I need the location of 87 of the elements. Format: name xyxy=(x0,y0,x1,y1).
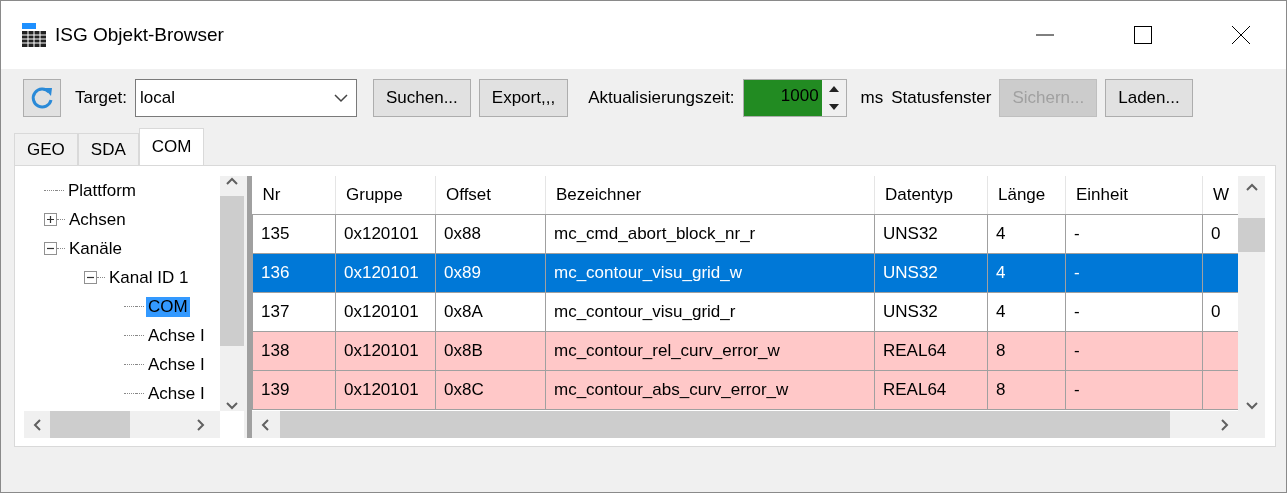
table-cell: - xyxy=(1065,331,1203,370)
spin-up-icon[interactable] xyxy=(828,86,839,92)
table-cell: 0x8B xyxy=(435,331,546,370)
table-cell: mc_contour_visu_grid_w xyxy=(545,253,875,292)
interval-spinner[interactable]: 1000 xyxy=(742,79,847,117)
table-cell: 8 xyxy=(987,370,1066,409)
table-cell: 135 xyxy=(252,214,336,253)
scrollbar-thumb[interactable] xyxy=(1238,218,1265,252)
spin-down-icon[interactable] xyxy=(828,104,839,110)
close-icon[interactable] xyxy=(1232,26,1250,44)
scroll-right-icon[interactable] xyxy=(196,417,206,432)
table-cell: UNS32 xyxy=(874,292,988,331)
table-cell: REAL64 xyxy=(874,331,988,370)
scroll-up-icon[interactable] xyxy=(1244,182,1259,192)
tree-item[interactable]: COM xyxy=(146,296,190,317)
expand-icon[interactable] xyxy=(44,213,57,226)
table-cell: - xyxy=(1065,292,1203,331)
table-cell: 0x120101 xyxy=(335,292,436,331)
tab[interactable]: GEO xyxy=(14,133,78,165)
table-cell: 4 xyxy=(987,292,1066,331)
table-cell: UNS32 xyxy=(874,214,988,253)
tab[interactable]: SDA xyxy=(77,133,139,165)
table-cell: - xyxy=(1065,253,1203,292)
table-cell: 136 xyxy=(252,253,336,292)
table-cell: mc_cmd_abort_block_nr_r xyxy=(545,214,875,253)
app-logo-icon xyxy=(21,22,47,48)
scroll-right-icon[interactable] xyxy=(1220,417,1230,432)
interval-label: Aktualisierungszeit: xyxy=(588,88,735,108)
tree-item[interactable]: Plattform xyxy=(66,180,139,201)
table-cell: mc_contour_rel_curv_error_w xyxy=(545,331,875,370)
table-cell: 0x88 xyxy=(435,214,546,253)
table-cell: 4 xyxy=(987,214,1066,253)
column-header[interactable]: Einheit xyxy=(1065,176,1203,214)
tree-scrollbar[interactable] xyxy=(220,176,244,411)
collapse-icon[interactable] xyxy=(44,242,57,255)
scrollbar-thumb[interactable] xyxy=(50,411,130,438)
tree-h-scrollbar[interactable] xyxy=(24,411,220,438)
scrollbar-thumb[interactable] xyxy=(220,196,244,346)
tree-item[interactable]: Kanäle xyxy=(67,238,124,259)
table-cell: 0x8A xyxy=(435,292,546,331)
table-cell: 4 xyxy=(987,253,1066,292)
tree-item[interactable]: Achse I xyxy=(146,383,207,404)
status-label: Statusfenster xyxy=(891,88,992,108)
scroll-down-icon[interactable] xyxy=(225,401,239,411)
table-cell: UNS32 xyxy=(874,253,988,292)
table-cell: 0x120101 xyxy=(335,370,436,409)
refresh-button[interactable] xyxy=(23,79,61,117)
window-title: ISG Objekt-Browser xyxy=(55,24,225,46)
tab[interactable]: COM xyxy=(138,128,205,165)
scroll-up-icon[interactable] xyxy=(225,176,239,186)
tree-item[interactable]: Achse I xyxy=(146,354,207,375)
table-cell: 137 xyxy=(252,292,336,331)
column-header[interactable]: Bezeichner xyxy=(545,176,875,214)
column-header[interactable]: Datentyp xyxy=(874,176,988,214)
tree-item[interactable]: Kanal ID 1 xyxy=(107,267,191,288)
table-cell: 0x120101 xyxy=(335,331,436,370)
table-cell: 0x120101 xyxy=(335,214,436,253)
toolbar-button[interactable]: Export,,, xyxy=(478,79,569,117)
table-cell: 8 xyxy=(987,331,1066,370)
table-cell: REAL64 xyxy=(874,370,988,409)
table-cell: mc_contour_visu_grid_r xyxy=(545,292,875,331)
table-cell: - xyxy=(1065,370,1203,409)
target-label: Target: xyxy=(75,88,127,108)
table-cell: 0x8C xyxy=(435,370,546,409)
dropdown-caret-icon xyxy=(334,93,348,103)
table-cell: 139 xyxy=(252,370,336,409)
column-header[interactable]: Offset xyxy=(435,176,546,214)
collapse-icon[interactable] xyxy=(84,271,97,284)
unit-label: ms xyxy=(860,88,884,108)
status-button[interactable]: Laden... xyxy=(1105,79,1193,117)
scroll-left-icon[interactable] xyxy=(32,417,42,432)
refresh-icon xyxy=(29,85,55,111)
column-header[interactable]: Gruppe xyxy=(335,176,436,214)
table-cell: - xyxy=(1065,214,1203,253)
toolbar-button[interactable]: Suchen... xyxy=(373,79,471,117)
table-cell: 0x89 xyxy=(435,253,546,292)
column-header[interactable]: Nr xyxy=(252,176,336,214)
maximize-icon[interactable] xyxy=(1134,26,1152,44)
scroll-left-icon[interactable] xyxy=(260,417,270,432)
table-cell: 138 xyxy=(252,331,336,370)
table-cell: mc_contour_abs_curv_error_w xyxy=(545,370,875,409)
tree-item[interactable]: Achsen xyxy=(67,209,128,230)
column-header[interactable]: Länge xyxy=(987,176,1066,214)
target-dropdown[interactable]: local xyxy=(135,79,357,117)
table-cell: 0x120101 xyxy=(335,253,436,292)
scroll-down-icon[interactable] xyxy=(1244,401,1259,411)
tree-item[interactable]: Achse I xyxy=(146,325,207,346)
